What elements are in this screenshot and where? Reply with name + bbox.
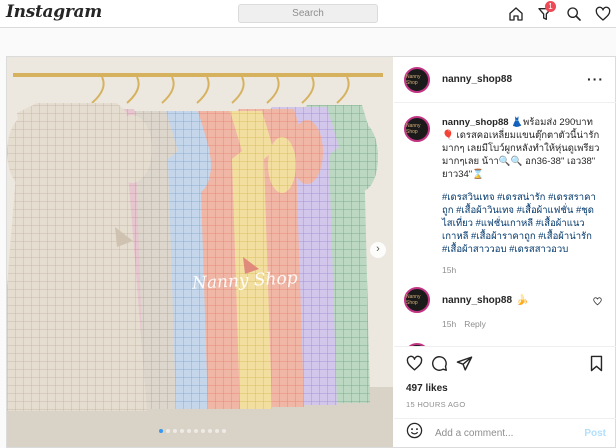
comment-icon[interactable] bbox=[431, 355, 448, 377]
comment-like-icon[interactable] bbox=[593, 293, 602, 311]
heart-icon[interactable] bbox=[591, 3, 614, 25]
caption-time[interactable]: 15h bbox=[442, 264, 602, 277]
carousel-dot bbox=[208, 429, 212, 433]
carousel-dot bbox=[222, 429, 226, 433]
post-actions: 497 likes 15 HOURS AGO bbox=[394, 346, 616, 409]
post-timestamp[interactable]: 15 HOURS AGO bbox=[394, 394, 616, 409]
comments-section[interactable]: Nanny Shop nanny_shop88 👗พร้อมส่ง 290บาท… bbox=[394, 104, 616, 346]
carousel-dot bbox=[159, 429, 163, 433]
avatar[interactable]: Nanny Shop bbox=[404, 287, 430, 313]
share-icon[interactable] bbox=[456, 355, 473, 377]
bookmark-icon[interactable] bbox=[589, 355, 604, 377]
comment-item: Nanny Shop nanny_shop88 🍌 bbox=[394, 329, 616, 346]
comment-reply-link[interactable]: Reply bbox=[464, 319, 486, 329]
likes-count[interactable]: 497 likes bbox=[394, 377, 616, 394]
caption-username[interactable]: nanny_shop88 bbox=[442, 117, 509, 128]
post-header: Nanny Shop nanny_shop88 ··· bbox=[394, 57, 616, 103]
post-card: Nanny Shop › Nanny Shop nanny_shop88 ···… bbox=[6, 56, 616, 448]
add-comment-input[interactable]: Add a comment... bbox=[435, 428, 513, 439]
comment-item: Nanny Shop nanny_shop88 🍌 bbox=[394, 277, 616, 313]
carousel-dot bbox=[166, 429, 170, 433]
search-icon[interactable] bbox=[562, 3, 585, 25]
post-username[interactable]: nanny_shop88 bbox=[442, 74, 512, 85]
action-icons bbox=[394, 347, 616, 377]
carousel-dot bbox=[201, 429, 205, 433]
instagram-logo[interactable]: Instagram bbox=[6, 2, 102, 22]
comment-time[interactable]: 15h bbox=[442, 319, 456, 329]
nav-icons: 1 bbox=[504, 1, 614, 25]
activity-filter-icon[interactable]: 1 bbox=[533, 1, 556, 25]
avatar-logo-text: Nanny Shop bbox=[406, 123, 421, 135]
add-comment-bar: Add a comment... Post bbox=[394, 418, 616, 447]
notification-badge: 1 bbox=[545, 1, 556, 12]
post-comment-button[interactable]: Post bbox=[584, 428, 606, 439]
avatar[interactable]: Nanny Shop bbox=[404, 116, 430, 142]
avatar-logo-text: Nanny Shop bbox=[406, 73, 421, 86]
top-nav-bar: Instagram Search 1 bbox=[0, 0, 616, 28]
caption-hashtags[interactable]: #เดรสวินเทจ #เดรสน่ารัก #เดรสราคาถูก #เส… bbox=[442, 191, 602, 256]
more-options-icon[interactable]: ··· bbox=[587, 71, 604, 87]
carousel-dots bbox=[159, 429, 226, 433]
comment-meta-row: 15h Reply bbox=[394, 313, 616, 329]
home-icon[interactable] bbox=[504, 3, 527, 25]
caption-text: nanny_shop88 👗พร้อมส่ง 290บาท🎈 เดรสคอเหล… bbox=[442, 116, 602, 277]
carousel-dot bbox=[187, 429, 191, 433]
emoji-icon[interactable] bbox=[406, 422, 423, 444]
comment-username[interactable]: nanny_shop88 bbox=[442, 295, 512, 306]
dresses-photo bbox=[7, 57, 393, 447]
carousel-dot bbox=[173, 429, 177, 433]
like-icon[interactable] bbox=[406, 355, 423, 377]
carousel-dot bbox=[180, 429, 184, 433]
avatar[interactable]: Nanny Shop bbox=[404, 66, 430, 93]
post-image[interactable]: Nanny Shop › bbox=[7, 57, 393, 447]
search-input[interactable]: Search bbox=[238, 4, 378, 23]
avatar-logo-text: Nanny Shop bbox=[406, 294, 421, 306]
carousel-dot bbox=[194, 429, 198, 433]
comment-text: 🍌 bbox=[516, 294, 529, 306]
post-sidebar: Nanny Shop nanny_shop88 ··· Nanny Shop n… bbox=[394, 57, 616, 447]
carousel-next-button[interactable]: › bbox=[370, 242, 386, 258]
caption: Nanny Shop nanny_shop88 👗พร้อมส่ง 290บาท… bbox=[394, 104, 616, 277]
carousel-dot bbox=[215, 429, 219, 433]
